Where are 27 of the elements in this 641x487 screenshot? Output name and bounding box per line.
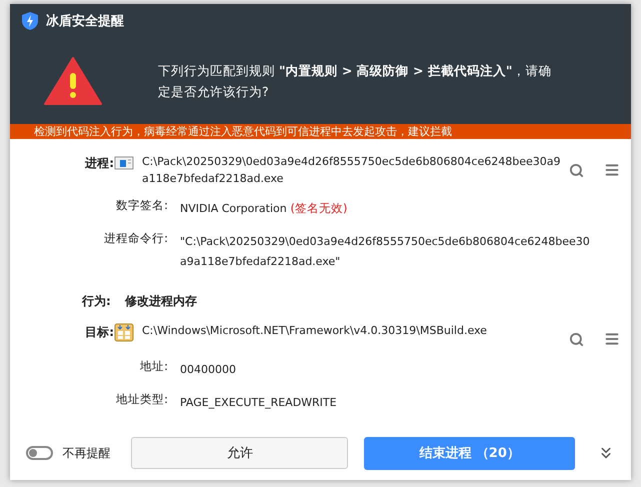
- allow-button[interactable]: 允许: [131, 437, 348, 469]
- field-value: 00400000: [180, 363, 236, 376]
- field-value: NVIDIA Corporation: [180, 202, 287, 215]
- toggle-label: 不再提醒: [62, 444, 112, 462]
- search-button[interactable]: [567, 161, 585, 179]
- window-title: 冰盾安全提醒: [46, 12, 124, 30]
- field-label: 数字签名:: [115, 197, 168, 214]
- warning-banner: 检测到代码注入行为，病毒经常通过注入恶意代码到可信进程中去发起攻击，建议拦截: [10, 124, 631, 139]
- file-path: C:\Windows\Microsoft.NET\Framework\v4.0.30319\MSBuild.exe: [141, 323, 488, 339]
- field-label: 行为:: [82, 293, 111, 310]
- alert-message: 下列行为匹配到规则 "内置规则 > 高级防御 > 拦截代码注入"，请确定是否允许该行为?: [158, 62, 552, 101]
- warning-icon: [44, 56, 102, 106]
- field-label: 进程命令行:: [103, 230, 168, 247]
- field-label: 地址类型:: [115, 391, 168, 408]
- window-icon: [114, 155, 134, 171]
- shield-icon: [22, 12, 38, 30]
- field-value: 修改进程内存: [124, 293, 197, 310]
- field-label: 地址:: [139, 358, 168, 375]
- field-label: 目标:: [84, 324, 114, 341]
- field-value: PAGE_EXECUTE_READWRITE: [180, 396, 337, 409]
- field-label: 进程:: [84, 155, 114, 172]
- app-icon: [114, 322, 134, 342]
- toggle-switch[interactable]: [26, 446, 53, 460]
- search-button[interactable]: [567, 330, 585, 348]
- field-value: "C:\Pack\20250329\0ed03a9e4d26f8555750ec5de6b806804ce6248bee30a9a118e7bfedaf2218ad.exe": [180, 235, 590, 268]
- warning-note: (签名无效): [289, 201, 348, 215]
- file-path: C:\Pack\20250329\0ed03a9e4d26f8555750ec5de6b806804ce6248bee30a9a118e7bfedaf2218ad.exe: [141, 154, 562, 187]
